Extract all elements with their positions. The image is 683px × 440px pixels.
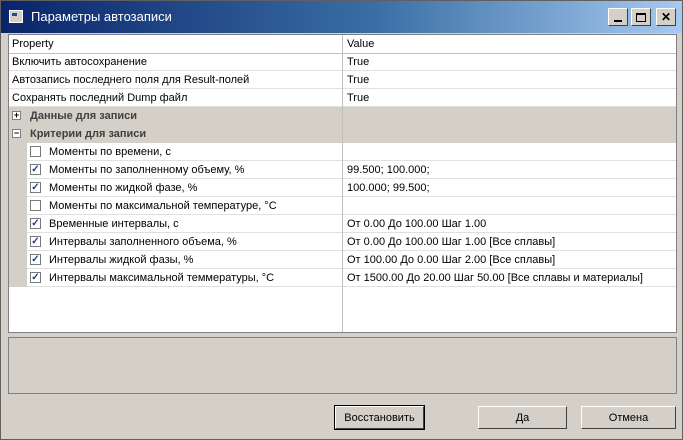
column-header-property[interactable]: Property [12,38,54,50]
criteria-value[interactable]: 99.500; 100.000; [347,164,430,176]
criteria-name: Интервалы заполненного объема, % [49,236,237,248]
row-gutter [9,233,27,251]
row-gutter [9,197,27,215]
minimize-icon [614,20,622,22]
criteria-checkbox[interactable]: ✓ [30,254,41,265]
criteria-name: Интервалы жидкой фазы, % [49,254,194,266]
expand-icon[interactable]: + [12,111,21,120]
criteria-value[interactable]: От 100.00 До 0.00 Шаг 2.00 [Все сплавы] [347,254,555,266]
window-title: Параметры автозаписи [31,9,172,24]
category-label: Критерии для записи [30,128,147,140]
close-icon: ✕ [660,10,672,24]
criteria-value[interactable]: От 1500.00 До 20.00 Шаг 50.00 [Все сплав… [347,272,643,284]
column-header-value[interactable]: Value [347,38,374,50]
property-value[interactable]: True [347,74,369,86]
row-gutter [9,251,27,269]
property-value[interactable]: True [347,92,369,104]
criteria-name: Моменты по жидкой фазе, % [49,182,198,194]
criteria-name: Моменты по времени, с [49,146,171,158]
title-bar[interactable]: Параметры автозаписи ✕ [1,1,682,33]
property-grid[interactable]: Property Value Включить автосохранение T… [8,34,677,333]
cancel-button[interactable]: Отмена [581,406,676,429]
criteria-checkbox[interactable]: ✓ [30,272,41,283]
property-value[interactable]: True [347,56,369,68]
criteria-name: Моменты по максимальной температуре, °C [49,200,277,212]
app-window-icon [9,10,23,23]
property-name: Сохранять последний Dump файл [12,92,188,104]
description-pane [8,337,677,394]
criteria-checkbox[interactable]: ✓ [30,182,41,193]
row-gutter [9,215,27,233]
restore-button[interactable]: Восстановить [334,405,425,430]
property-name: Включить автосохранение [12,56,148,68]
row-gutter [9,161,27,179]
criteria-name: Временные интервалы, с [49,218,179,230]
settings-dialog: Параметры автозаписи ✕ Property Value Вк… [0,0,683,440]
maximize-button[interactable] [631,8,651,26]
row-gutter [9,143,27,161]
minimize-button[interactable] [608,8,628,26]
criteria-name: Моменты по заполненному объему, % [49,164,245,176]
criteria-value[interactable]: От 0.00 До 100.00 Шаг 1.00 [347,218,486,230]
criteria-checkbox[interactable] [30,146,41,157]
column-divider[interactable] [342,35,343,332]
maximize-icon [636,12,646,22]
row-gutter [9,269,27,287]
criteria-checkbox[interactable]: ✓ [30,236,41,247]
criteria-checkbox[interactable] [30,200,41,211]
ok-button[interactable]: Да [478,406,567,429]
criteria-value[interactable]: От 0.00 До 100.00 Шаг 1.00 [Все сплавы] [347,236,555,248]
criteria-value[interactable]: 100.000; 99.500; [347,182,430,194]
close-button[interactable]: ✕ [656,8,676,26]
property-name: Автозапись последнего поля для Result-по… [12,74,250,86]
collapse-icon[interactable]: − [12,129,21,138]
row-border [27,286,676,287]
criteria-checkbox[interactable]: ✓ [30,218,41,229]
criteria-checkbox[interactable]: ✓ [30,164,41,175]
row-gutter [9,179,27,197]
criteria-name: Интервалы максимальной теммературы, °C [49,272,275,284]
category-label: Данные для записи [30,110,137,122]
